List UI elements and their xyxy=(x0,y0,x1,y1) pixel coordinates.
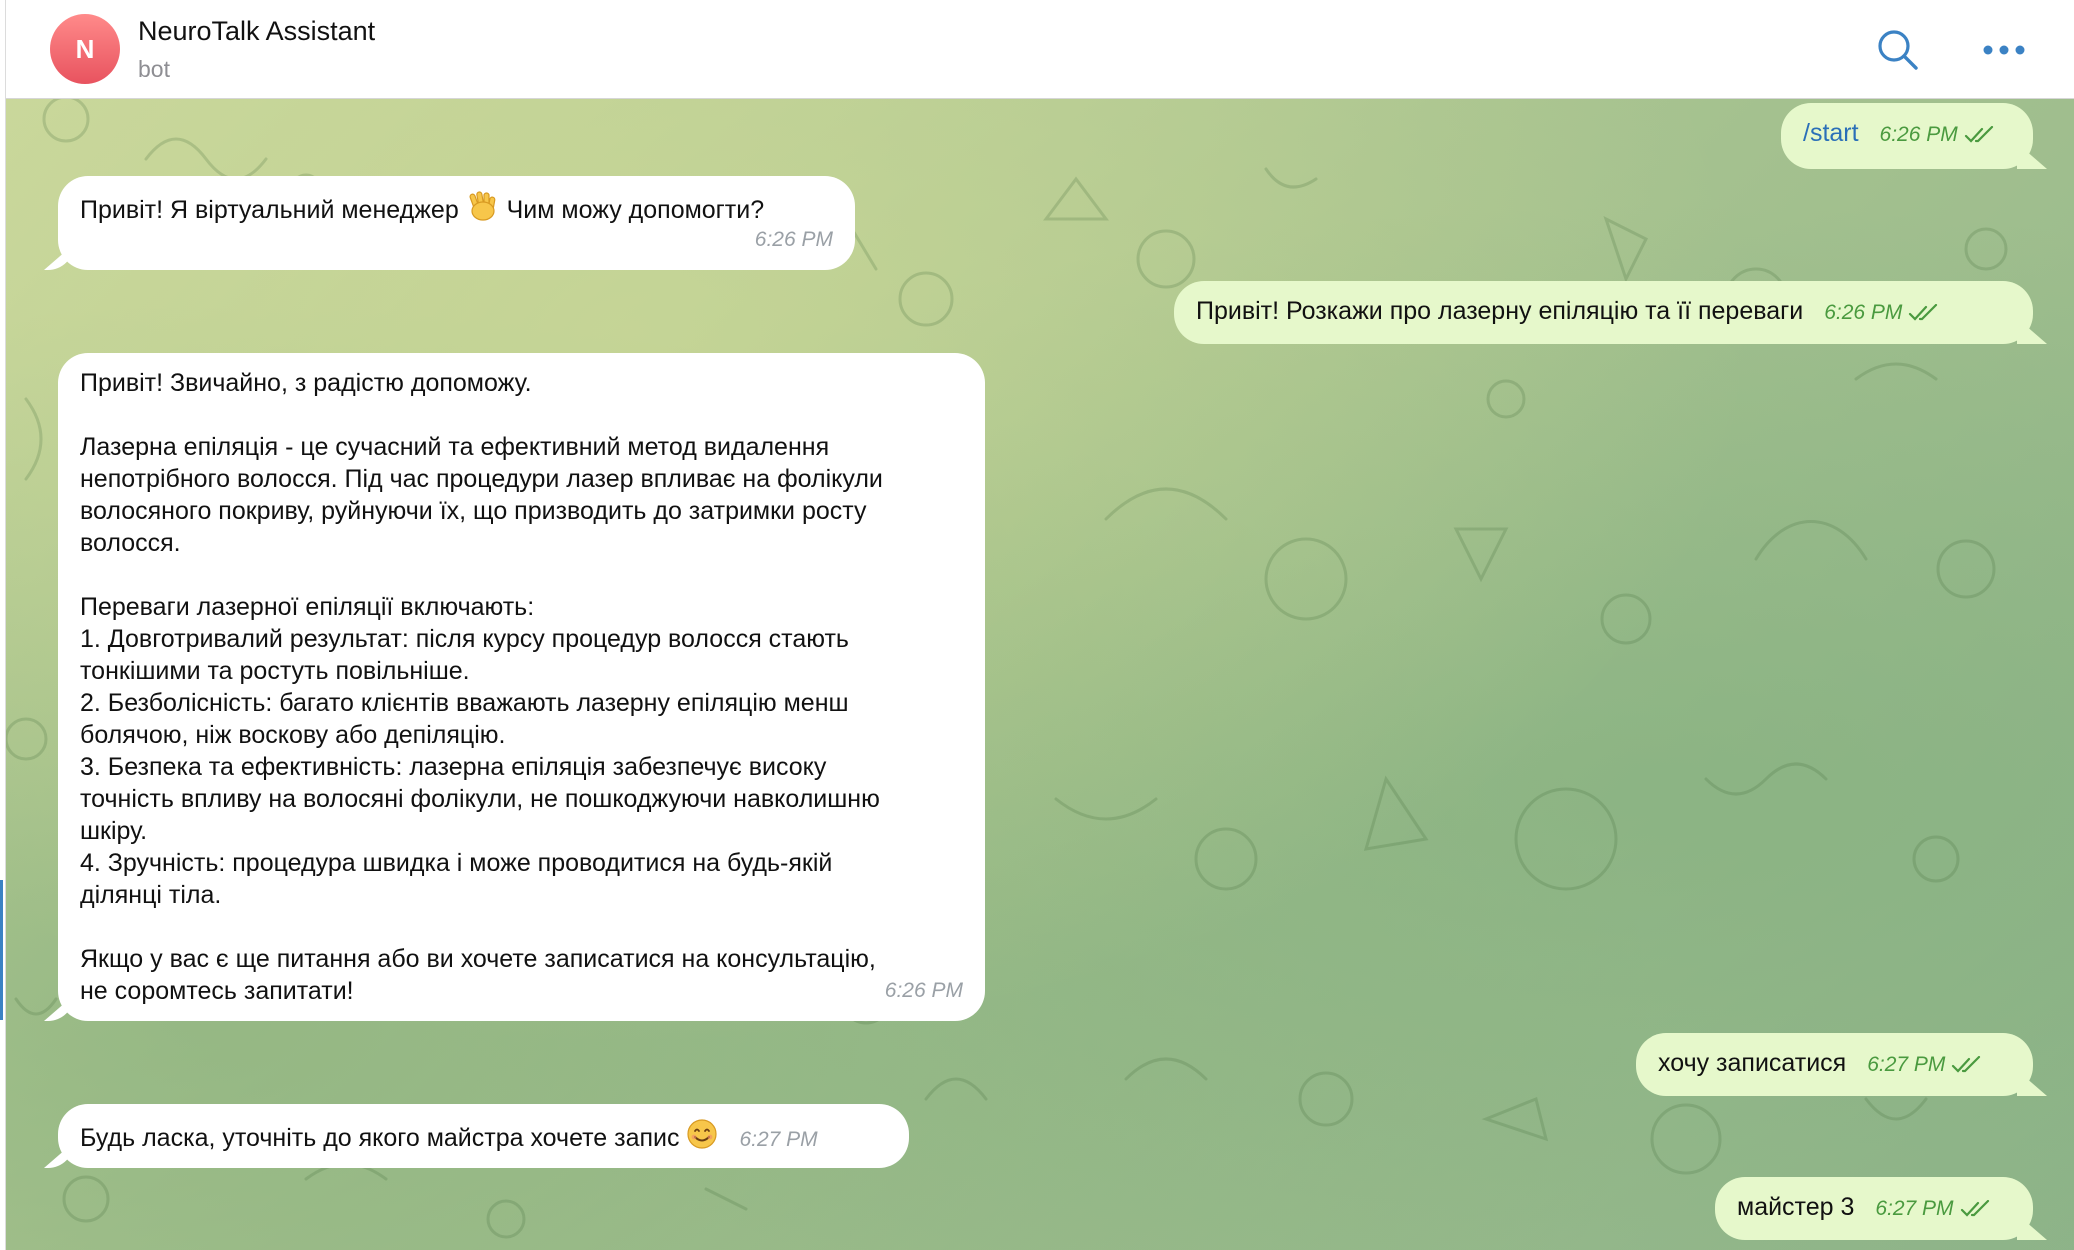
search-icon xyxy=(1878,30,1918,70)
chat-header: N NeuroTalk Assistant bot xyxy=(0,0,2074,99)
window-left-edge xyxy=(0,0,6,1250)
message-meta: 6:26 PM xyxy=(1880,119,1994,151)
message-text: Привіт! Звичайно, з радістю допоможу. Ла… xyxy=(80,369,883,1005)
double-check-icon xyxy=(1909,304,1938,321)
more-options-button[interactable] xyxy=(1974,20,2034,80)
double-check-icon xyxy=(1960,1200,1989,1217)
message-outgoing[interactable]: Привіт! Розкажи про лазерну епіляцію та … xyxy=(1174,281,2033,344)
message-time: 6:26 PM xyxy=(1879,123,1958,146)
more-dots-icon xyxy=(1983,45,2025,55)
chat-area[interactable]: /start 6:26 PM Привіт! Я віртуальний мен… xyxy=(6,99,2074,1250)
message-meta: 6:27 PM xyxy=(739,1124,817,1156)
message-meta: 6:27 PM xyxy=(1875,1193,1989,1225)
double-check-icon xyxy=(1952,1056,1981,1073)
message-time: 6:27 PM xyxy=(1875,1197,1954,1220)
message-incoming[interactable]: Привіт! Я віртуальний менеджер Чим можу … xyxy=(58,176,855,270)
message-outgoing[interactable]: хочу записатися 6:27 PM xyxy=(1636,1033,2033,1096)
message-text: Будь ласка, уточніть до якого майстра хо… xyxy=(80,1124,680,1152)
message-incoming[interactable]: Привіт! Звичайно, з радістю допоможу. Ла… xyxy=(58,353,985,1021)
double-check-icon xyxy=(1964,126,1993,143)
selection-indicator xyxy=(0,880,3,1020)
message-text-continued: Чим можу допомогти? xyxy=(506,196,765,224)
message-text: хочу записатися xyxy=(1658,1049,1847,1077)
avatar[interactable]: N xyxy=(50,14,120,84)
message-time: 6:27 PM xyxy=(739,1128,818,1151)
message-time: 6:26 PM xyxy=(1824,301,1903,324)
message-text: майстер 3 xyxy=(1737,1193,1855,1221)
chat-title[interactable]: NeuroTalk Assistant xyxy=(138,16,375,47)
bot-command-link[interactable]: /start xyxy=(1803,119,1859,147)
message-text: Привіт! Я віртуальний менеджер xyxy=(80,196,459,224)
chat-subtitle: bot xyxy=(138,56,170,82)
message-time: 6:26 PM xyxy=(754,228,833,251)
message-outgoing[interactable]: майстер 3 6:27 PM xyxy=(1715,1177,2033,1240)
waving-hand-icon xyxy=(466,190,500,230)
message-meta: 6:27 PM xyxy=(1867,1049,1981,1081)
message-text: Привіт! Розкажи про лазерну епіляцію та … xyxy=(1196,297,1804,325)
search-button[interactable] xyxy=(1868,20,1928,80)
smiling-face-icon xyxy=(686,1118,718,1158)
message-time: 6:26 PM xyxy=(884,979,963,1002)
avatar-letter: N xyxy=(75,33,95,64)
message-outgoing[interactable]: /start 6:26 PM xyxy=(1781,103,2033,169)
message-incoming[interactable]: Будь ласка, уточніть до якого майстра хо… xyxy=(58,1104,909,1168)
message-meta: 6:26 PM xyxy=(1824,297,1938,329)
message-meta: 6:26 PM xyxy=(885,975,963,1007)
message-time: 6:27 PM xyxy=(1867,1053,1946,1076)
message-meta: 6:26 PM xyxy=(755,224,833,256)
